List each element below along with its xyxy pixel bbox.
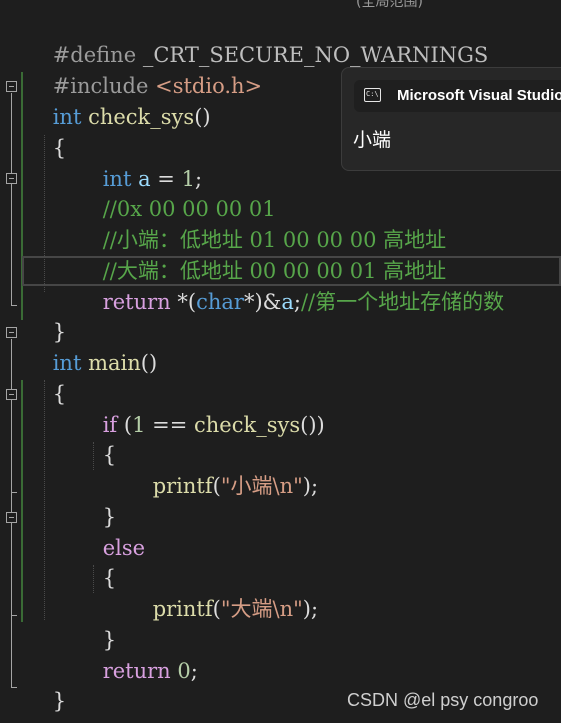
notification-title: Microsoft Visual Studio xyxy=(397,87,561,104)
operator: *( xyxy=(170,290,197,314)
code-line[interactable]: //0x 00 00 00 01 xyxy=(26,163,276,221)
code-line[interactable]: //大端：低地址 00 00 00 01 高地址 xyxy=(26,225,446,283)
code-line[interactable]: int a = 1; xyxy=(26,133,202,191)
punctuation: ; xyxy=(293,290,301,314)
console-window-icon: C:\ xyxy=(364,88,381,102)
punctuation: ( xyxy=(117,413,133,437)
code-line[interactable]: } xyxy=(26,655,66,713)
code-line[interactable]: printf("大端\n"); xyxy=(26,563,318,621)
function-call: check_sys xyxy=(194,413,301,437)
punctuation: ( xyxy=(212,474,221,498)
fold-end xyxy=(11,305,17,306)
punctuation: ( xyxy=(212,597,221,621)
type-keyword: char xyxy=(196,290,244,314)
fold-toggle-icon[interactable] xyxy=(6,173,17,184)
number-literal: 1 xyxy=(132,413,146,437)
code-line[interactable]: else xyxy=(26,502,145,560)
code-line[interactable]: } xyxy=(26,471,116,529)
code-line[interactable]: } xyxy=(26,594,116,652)
function-name: check_sys xyxy=(88,105,195,129)
string-literal: "大端\n" xyxy=(220,597,303,621)
fold-end xyxy=(11,492,17,493)
brace: } xyxy=(52,689,67,713)
notification-body: 小端 xyxy=(353,129,392,151)
fold-toggle-icon[interactable] xyxy=(6,81,17,92)
string-literal: "小端\n" xyxy=(220,474,303,498)
comment: //第一个地址存储的数 xyxy=(300,290,505,314)
watermark: CSDN @el psy congroo xyxy=(347,690,539,710)
punctuation: () xyxy=(140,351,158,375)
code-line[interactable]: int main() xyxy=(26,317,157,375)
code-line[interactable]: { xyxy=(26,348,66,406)
code-line[interactable]: return 0; xyxy=(26,625,198,683)
fold-toggle-icon[interactable] xyxy=(6,327,17,338)
code-editor[interactable]: (全局范围) #define _CRT_SECURE_NO_WARNINGS #… xyxy=(0,0,561,723)
fold-line xyxy=(11,93,12,305)
code-line[interactable]: #define _CRT_SECURE_NO_WARNINGS xyxy=(26,9,489,67)
code-line-current[interactable]: return *(char*)&a;//第一个地址存储的数 xyxy=(26,256,504,314)
scope-bar: (全局范围) xyxy=(0,0,561,10)
fold-toggle-icon[interactable] xyxy=(6,389,17,400)
punctuation: ); xyxy=(302,597,319,621)
notification-header: C:\ Microsoft Visual Studio xyxy=(354,80,561,112)
code-line[interactable]: } xyxy=(26,286,66,344)
code-line[interactable]: int check_sys() xyxy=(26,71,211,129)
punctuation: ()) xyxy=(300,413,325,437)
return-keyword: return xyxy=(102,659,171,683)
variable: a xyxy=(281,290,294,314)
function-name: main xyxy=(88,351,141,375)
operator: *)& xyxy=(243,290,282,314)
code-line[interactable]: { xyxy=(26,102,66,160)
return-keyword: return xyxy=(102,290,171,314)
code-line[interactable]: printf("小端\n"); xyxy=(26,440,318,498)
change-indicator xyxy=(21,380,23,622)
fold-end xyxy=(11,615,17,616)
operator: == xyxy=(145,413,194,437)
console-glyph: C:\ xyxy=(366,90,379,98)
punctuation: () xyxy=(194,105,211,129)
fold-end xyxy=(11,687,17,688)
number-literal: 0 xyxy=(177,659,191,683)
output-notification[interactable]: C:\ Microsoft Visual Studio 小端 xyxy=(341,67,561,171)
function-call: printf xyxy=(152,597,213,621)
function-call: printf xyxy=(152,474,213,498)
fold-toggle-icon[interactable] xyxy=(6,512,17,523)
code-line[interactable]: #include <stdio.h> xyxy=(26,40,262,98)
punctuation: ; xyxy=(190,659,198,683)
code-line[interactable]: { xyxy=(26,409,116,467)
code-line[interactable]: //小端：低地址 01 00 00 00 高地址 xyxy=(26,194,446,252)
punctuation: ); xyxy=(302,474,319,498)
code-line[interactable]: if (1 == check_sys()) xyxy=(26,379,325,437)
code-line[interactable]: { xyxy=(26,532,116,590)
